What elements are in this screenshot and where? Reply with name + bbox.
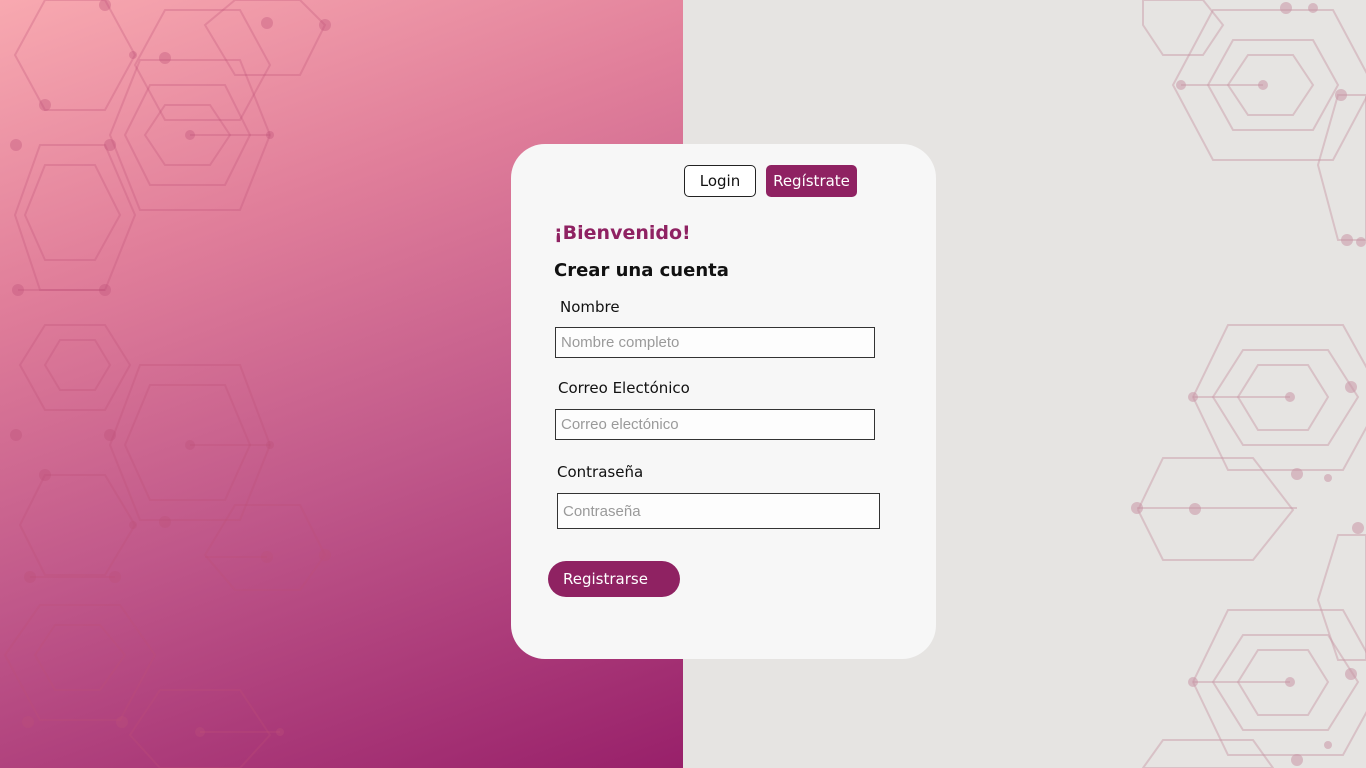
- name-label: Nombre: [560, 298, 620, 316]
- password-label: Contraseña: [557, 463, 644, 481]
- welcome-heading: ¡Bienvenido!: [554, 222, 691, 244]
- name-input[interactable]: [555, 327, 875, 358]
- email-label: Correo Electónico: [558, 379, 690, 397]
- login-tab-button[interactable]: Login: [684, 165, 756, 197]
- register-card: Login Regístrate ¡Bienvenido! Crear una …: [511, 144, 936, 659]
- email-input[interactable]: [555, 409, 875, 440]
- password-input[interactable]: [557, 493, 880, 529]
- register-tab-button[interactable]: Regístrate: [766, 165, 857, 197]
- page-title: Crear una cuenta: [554, 260, 729, 281]
- register-submit-button[interactable]: Registrarse: [548, 561, 680, 597]
